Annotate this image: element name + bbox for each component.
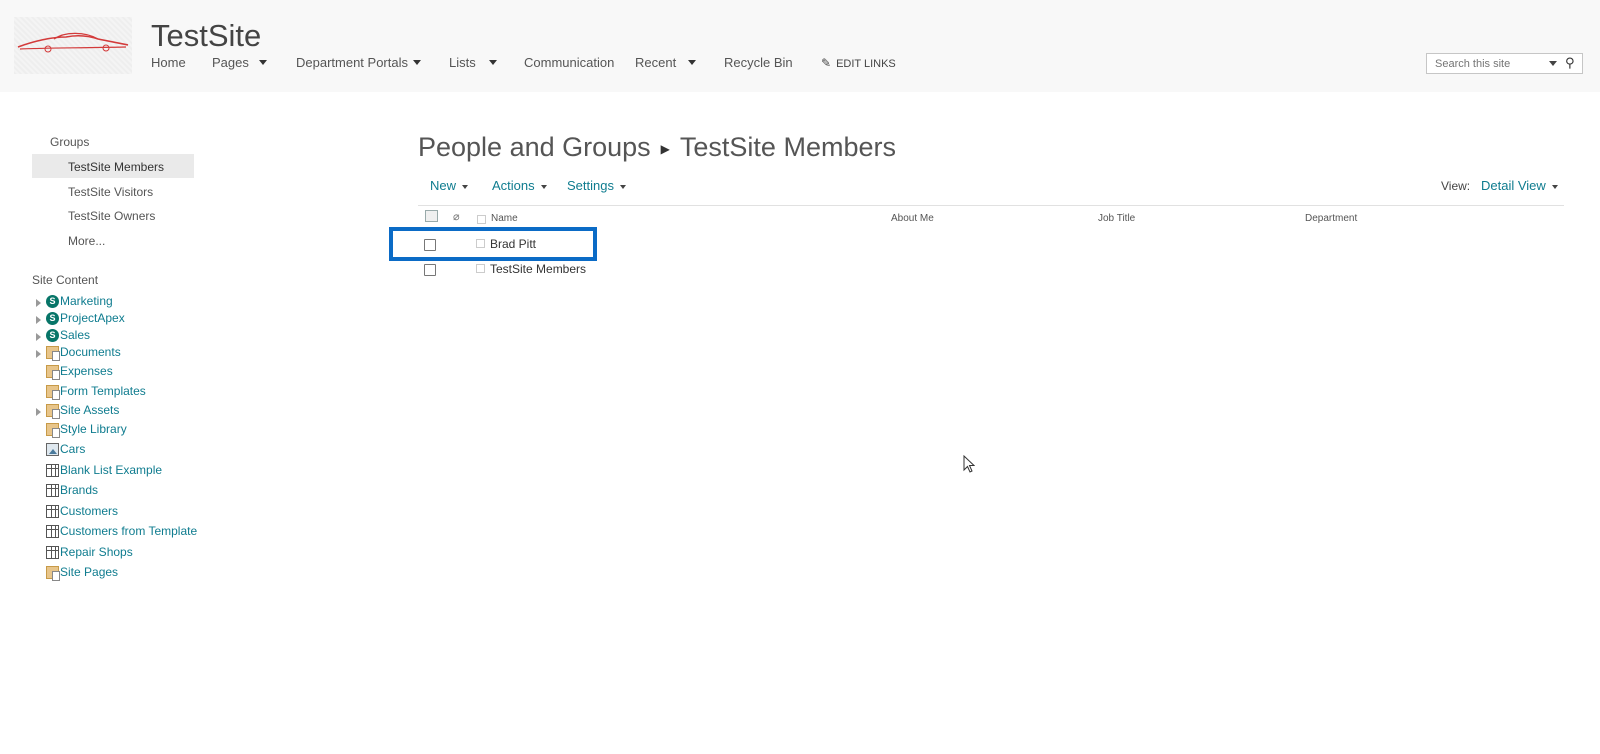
site-content-label[interactable]: Style Library — [60, 422, 127, 436]
site-content-label[interactable]: Blank List Example — [60, 463, 162, 477]
list-icon — [46, 546, 59, 559]
new-menu-button[interactable]: New — [430, 178, 469, 193]
site-content-label[interactable]: Form Templates — [60, 384, 146, 398]
expand-icon[interactable] — [36, 316, 41, 324]
mouse-cursor-icon — [963, 455, 975, 473]
groups-heading[interactable]: Groups — [50, 135, 89, 149]
view-selector[interactable]: Detail View — [1481, 178, 1558, 193]
row-name-link[interactable]: TestSite Members — [490, 262, 586, 276]
nav-recent[interactable]: Recent — [635, 55, 676, 70]
column-header-department[interactable]: Department — [1305, 213, 1357, 224]
site-content-label[interactable]: Brands — [60, 483, 98, 497]
site-content-label[interactable]: ProjectApex — [60, 311, 125, 325]
breadcrumb-separator-icon: ▶ — [660, 141, 670, 156]
nav-recycle-bin[interactable]: Recycle Bin — [724, 55, 793, 70]
pencil-icon: ✎ — [821, 56, 832, 70]
row-checkbox[interactable] — [424, 264, 436, 276]
toolbar-divider — [418, 205, 1564, 206]
nav-department-portals-chevron-down-icon[interactable] — [413, 60, 421, 65]
subsite-icon: S — [46, 329, 59, 342]
nav-pages-chevron-down-icon[interactable] — [259, 60, 267, 65]
site-content-label[interactable]: Site Assets — [60, 403, 119, 417]
group-testsite-visitors[interactable]: TestSite Visitors — [68, 185, 153, 199]
column-header-name[interactable]: Name — [491, 213, 518, 224]
view-label: View: — [1441, 179, 1471, 193]
site-content-label[interactable]: Site Pages — [60, 565, 118, 579]
site-content-label[interactable]: Sales — [60, 328, 90, 342]
highlight-annotation-box — [389, 227, 597, 261]
site-content-label[interactable]: Cars — [60, 442, 85, 456]
new-label: New — [430, 178, 457, 193]
list-icon — [46, 484, 59, 497]
site-title[interactable]: TestSite — [151, 18, 261, 54]
site-content-heading[interactable]: Site Content — [32, 273, 98, 287]
nav-department-portals[interactable]: Department Portals — [296, 55, 408, 70]
search-input[interactable] — [1427, 54, 1537, 74]
site-content-label[interactable]: Repair Shops — [60, 545, 133, 559]
edit-links-button[interactable]: ✎ EDIT LINKS — [821, 56, 896, 70]
table-row[interactable]: TestSite Members — [390, 258, 595, 282]
column-header-about-me[interactable]: About Me — [891, 213, 934, 224]
site-search: ⚲ — [1426, 53, 1583, 74]
site-content-label[interactable]: Documents — [60, 345, 121, 359]
edit-links-label: EDIT LINKS — [836, 58, 896, 70]
view-value: Detail View — [1481, 178, 1546, 193]
expand-icon[interactable] — [36, 350, 41, 358]
column-header-job-title[interactable]: Job Title — [1098, 213, 1135, 224]
chevron-down-icon — [462, 184, 469, 189]
list-icon — [46, 525, 59, 538]
nav-lists[interactable]: Lists — [449, 55, 476, 70]
document-library-icon — [46, 346, 60, 361]
document-library-icon — [46, 365, 60, 380]
subsite-icon: S — [46, 295, 59, 308]
site-content-label[interactable]: Customers — [60, 504, 118, 518]
actions-menu-button[interactable]: Actions — [492, 178, 547, 193]
nav-communication[interactable]: Communication — [524, 55, 614, 70]
document-library-icon — [46, 423, 60, 438]
site-content-label[interactable]: Customers from Template — [60, 524, 197, 538]
nav-lists-chevron-down-icon[interactable] — [489, 60, 497, 65]
suite-header: TestSite Home Pages Department Portals L… — [0, 0, 1600, 92]
attachment-icon: ⌀ — [453, 211, 460, 223]
expand-icon[interactable] — [36, 299, 41, 307]
breadcrumb-current: TestSite Members — [679, 132, 896, 162]
groups-more-link[interactable]: More... — [68, 234, 105, 248]
breadcrumb-people-and-groups[interactable]: People and Groups — [418, 132, 651, 162]
site-content-label[interactable]: Marketing — [60, 294, 113, 308]
list-icon — [46, 505, 59, 518]
presence-icon — [476, 264, 485, 273]
name-header-checkbox — [477, 215, 486, 224]
site-content-label[interactable]: Expenses — [60, 364, 113, 378]
select-all-icon[interactable] — [425, 210, 438, 222]
document-library-icon — [46, 385, 60, 400]
search-scope-chevron-down-icon[interactable] — [1549, 61, 1557, 66]
list-icon — [46, 464, 59, 477]
nav-pages[interactable]: Pages — [212, 55, 249, 70]
expand-icon[interactable] — [36, 333, 41, 341]
settings-label: Settings — [567, 178, 614, 193]
chevron-down-icon — [1551, 184, 1558, 189]
page-title: People and Groups ▶ TestSite Members — [418, 132, 896, 163]
document-library-icon — [46, 566, 60, 581]
chevron-down-icon — [619, 184, 626, 189]
settings-menu-button[interactable]: Settings — [567, 178, 626, 193]
search-icon[interactable]: ⚲ — [1565, 55, 1575, 71]
subsite-icon: S — [46, 312, 59, 325]
picture-library-icon — [46, 443, 59, 456]
site-logo[interactable] — [14, 17, 132, 74]
nav-recent-chevron-down-icon[interactable] — [688, 60, 696, 65]
car-logo-icon — [17, 32, 129, 53]
nav-home[interactable]: Home — [151, 55, 186, 70]
chevron-down-icon — [540, 184, 547, 189]
actions-label: Actions — [492, 178, 535, 193]
group-testsite-owners[interactable]: TestSite Owners — [68, 209, 155, 223]
document-library-icon — [46, 404, 60, 419]
expand-icon[interactable] — [36, 408, 41, 416]
group-testsite-members[interactable]: TestSite Members — [68, 160, 164, 174]
